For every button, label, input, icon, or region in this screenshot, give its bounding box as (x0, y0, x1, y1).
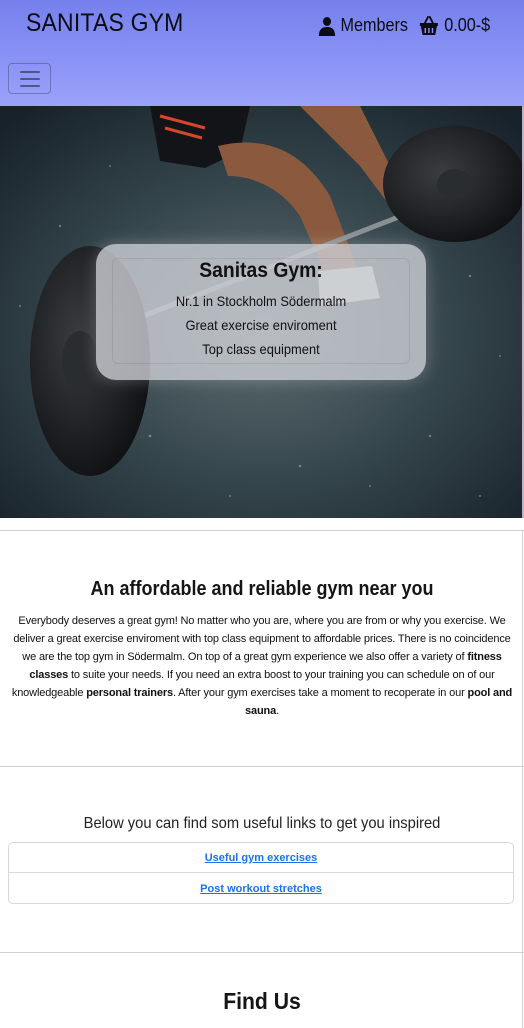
useful-gym-exercises-link[interactable]: Useful gym exercises (205, 852, 318, 864)
hamburger-line (19, 70, 40, 73)
brand-logo-text[interactable]: SANITAS GYM (26, 9, 184, 38)
hero-line-environment: Great exercise enviroment (185, 317, 337, 333)
hero-title: Sanitas Gym: (199, 259, 323, 282)
about-text-part: . (276, 705, 279, 717)
about-text-part: Everybody deserves a great gym! No matte… (13, 615, 511, 663)
top-navbar: SANITAS GYM Members 0.00-$ (0, 0, 524, 106)
links-intro-text: Below you can find som useful links to g… (83, 815, 441, 832)
user-icon (318, 16, 336, 36)
section-divider (0, 530, 524, 531)
list-item: Post workout stretches (8, 873, 514, 904)
hero-line-equipment: Top class equipment (202, 341, 320, 357)
members-link[interactable]: Members (318, 15, 408, 36)
find-us-heading: Find Us (223, 988, 301, 1014)
section-right-edge (522, 530, 523, 767)
section-divider (0, 952, 524, 953)
hamburger-line (19, 84, 40, 87)
post-workout-stretches-link[interactable]: Post workout stretches (200, 883, 322, 895)
section-right-edge (522, 952, 523, 1028)
cart-total: 0.00-$ (444, 15, 491, 35)
members-label: Members (340, 15, 409, 35)
hamburger-line (19, 77, 40, 80)
personal-trainers-highlight: personal trainers (86, 687, 173, 699)
hero-line-location: Nr.1 in Stockholm Södermalm (175, 293, 347, 309)
section-right-edge (522, 766, 523, 953)
cart-link[interactable]: 0.00-$ (419, 15, 490, 36)
list-item: Useful gym exercises (8, 842, 514, 873)
shopping-basket-icon (419, 15, 438, 35)
section-divider (0, 766, 524, 767)
about-paragraph: Everybody deserves a great gym! No matte… (10, 612, 514, 720)
navbar-toggle-button[interactable] (8, 63, 51, 94)
about-text-part: . After your gym exercises take a moment… (172, 687, 468, 699)
about-heading: An affordable and reliable gym near you (90, 578, 434, 600)
